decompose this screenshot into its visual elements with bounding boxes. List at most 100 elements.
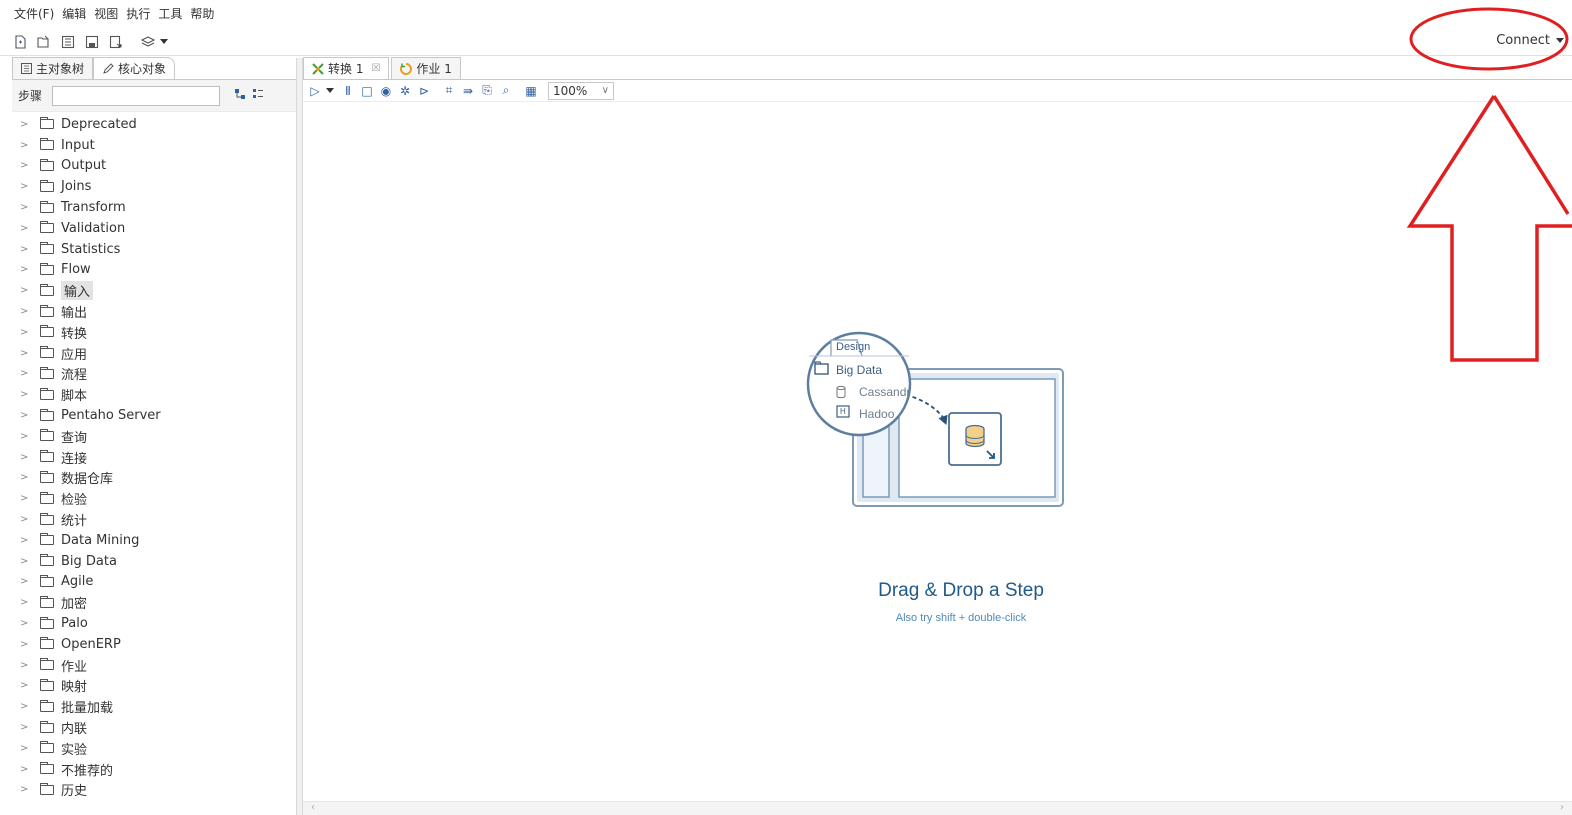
tree-item[interactable]: > 检验: [12, 488, 297, 509]
chevron-right-icon[interactable]: >: [20, 535, 30, 546]
transformation-canvas[interactable]: Design Big Data Cassandr Hadoo H Drag & …: [303, 102, 1572, 802]
menu-file[interactable]: 文件(F): [14, 5, 54, 22]
tree-item[interactable]: > Joins: [12, 176, 297, 197]
tree-item[interactable]: > Agile: [12, 572, 297, 593]
tree-item[interactable]: > Deprecated: [12, 114, 297, 135]
chevron-right-icon[interactable]: >: [20, 140, 30, 151]
chevron-right-icon[interactable]: >: [20, 472, 30, 483]
chevron-right-icon[interactable]: >: [20, 452, 30, 463]
chevron-right-icon[interactable]: >: [20, 764, 30, 775]
chevron-right-icon[interactable]: >: [20, 160, 30, 171]
replay-icon[interactable]: ⊳: [416, 83, 432, 99]
tree-item[interactable]: > OpenERP: [12, 634, 297, 655]
tree-item[interactable]: > 统计: [12, 509, 297, 530]
stop-icon[interactable]: □: [359, 83, 375, 99]
chevron-right-icon[interactable]: >: [20, 660, 30, 671]
chevron-right-icon[interactable]: >: [20, 119, 30, 130]
chevron-right-icon[interactable]: >: [20, 389, 30, 400]
explore-repo-icon[interactable]: [60, 34, 76, 50]
menu-tools[interactable]: 工具: [158, 5, 182, 22]
tree-item[interactable]: > 输入: [12, 280, 297, 301]
tree-item[interactable]: > Transform: [12, 197, 297, 218]
tree-item[interactable]: > Validation: [12, 218, 297, 239]
tree-item[interactable]: > 作业: [12, 655, 297, 676]
menu-edit[interactable]: 编辑: [62, 5, 86, 22]
verify-icon[interactable]: ⌗: [441, 83, 457, 99]
chevron-right-icon[interactable]: >: [20, 306, 30, 317]
chevron-right-icon[interactable]: >: [20, 743, 30, 754]
tree-item[interactable]: > 连接: [12, 447, 297, 468]
tree-item[interactable]: > 应用: [12, 343, 297, 364]
chevron-right-icon[interactable]: >: [20, 202, 30, 213]
menu-view[interactable]: 视图: [94, 5, 118, 22]
save-as-icon[interactable]: [108, 34, 124, 50]
tree-item[interactable]: > 查询: [12, 426, 297, 447]
chevron-right-icon[interactable]: >: [20, 264, 30, 275]
horizontal-scrollbar[interactable]: ‹ ›: [303, 801, 1572, 815]
chevron-right-icon[interactable]: >: [20, 285, 30, 296]
chevron-right-icon[interactable]: >: [20, 680, 30, 691]
chevron-right-icon[interactable]: >: [20, 431, 30, 442]
tree-item[interactable]: > Data Mining: [12, 530, 297, 551]
chevron-right-icon[interactable]: >: [20, 597, 30, 608]
scroll-left-icon[interactable]: ‹: [311, 802, 315, 813]
chevron-right-icon[interactable]: >: [20, 410, 30, 421]
pause-icon[interactable]: Ⅱ: [340, 83, 356, 99]
layers-icon[interactable]: [140, 34, 156, 50]
chevron-right-icon[interactable]: >: [20, 348, 30, 359]
chevron-right-icon[interactable]: >: [20, 722, 30, 733]
chevron-right-icon[interactable]: >: [20, 327, 30, 338]
exploration-icon[interactable]: ⌕: [498, 83, 514, 99]
chevron-right-icon[interactable]: >: [20, 368, 30, 379]
tab-main-tree[interactable]: 主对象树: [12, 57, 94, 79]
chevron-right-icon[interactable]: >: [20, 244, 30, 255]
layers-dropdown-icon[interactable]: [160, 39, 168, 44]
open-icon[interactable]: [36, 34, 52, 50]
tab-core-objects[interactable]: 核心对象: [93, 57, 176, 79]
chevron-right-icon[interactable]: >: [20, 223, 30, 234]
menu-help[interactable]: 帮助: [190, 5, 214, 22]
debug-icon[interactable]: ✲: [397, 83, 413, 99]
save-icon[interactable]: [84, 34, 100, 50]
chevron-right-icon[interactable]: >: [20, 514, 30, 525]
tree-item[interactable]: > 映射: [12, 676, 297, 697]
impact-icon[interactable]: ⇛: [460, 83, 476, 99]
tree-item[interactable]: > 转换: [12, 322, 297, 343]
tree-item[interactable]: > 历史: [12, 780, 297, 801]
connect-button[interactable]: Connect: [1496, 33, 1564, 48]
tab-transformation-1[interactable]: 转换 1 ☒: [303, 57, 390, 79]
tree-item[interactable]: > 加密: [12, 592, 297, 613]
tree-item[interactable]: > 实验: [12, 738, 297, 759]
chevron-right-icon[interactable]: >: [20, 556, 30, 567]
tree-item[interactable]: > 流程: [12, 364, 297, 385]
tab-job-1[interactable]: 作业 1: [391, 57, 461, 79]
tree-item[interactable]: > Statistics: [12, 239, 297, 260]
chevron-right-icon[interactable]: >: [20, 576, 30, 587]
tree-item[interactable]: > 数据仓库: [12, 468, 297, 489]
tree-item[interactable]: > Flow: [12, 260, 297, 281]
tree-item[interactable]: > Big Data: [12, 551, 297, 572]
chevron-right-icon[interactable]: >: [20, 181, 30, 192]
close-tab-icon[interactable]: ☒: [371, 63, 380, 74]
new-file-icon[interactable]: [12, 34, 28, 50]
chevron-right-icon[interactable]: >: [20, 618, 30, 629]
tree-item[interactable]: > 脚本: [12, 384, 297, 405]
tree-item[interactable]: > 不推荐的: [12, 759, 297, 780]
expand-all-icon[interactable]: [234, 88, 246, 103]
panel-splitter[interactable]: [296, 58, 303, 815]
run-options-dropdown-icon[interactable]: [326, 88, 334, 93]
scroll-right-icon[interactable]: ›: [1560, 802, 1564, 813]
chevron-right-icon[interactable]: >: [20, 701, 30, 712]
chevron-right-icon[interactable]: >: [20, 639, 30, 650]
menu-run[interactable]: 执行: [126, 5, 150, 22]
preview-icon[interactable]: ◉: [378, 83, 394, 99]
tree-item[interactable]: > Pentaho Server: [12, 405, 297, 426]
run-icon[interactable]: ▷: [307, 83, 323, 99]
tree-item[interactable]: > 输出: [12, 301, 297, 322]
align-grid-icon[interactable]: ▦: [523, 83, 539, 99]
tree-item[interactable]: > 内联: [12, 717, 297, 738]
tree-item[interactable]: > Palo: [12, 613, 297, 634]
tree-item[interactable]: > 批量加载: [12, 696, 297, 717]
chevron-right-icon[interactable]: >: [20, 784, 30, 795]
collapse-all-icon[interactable]: [252, 88, 264, 103]
